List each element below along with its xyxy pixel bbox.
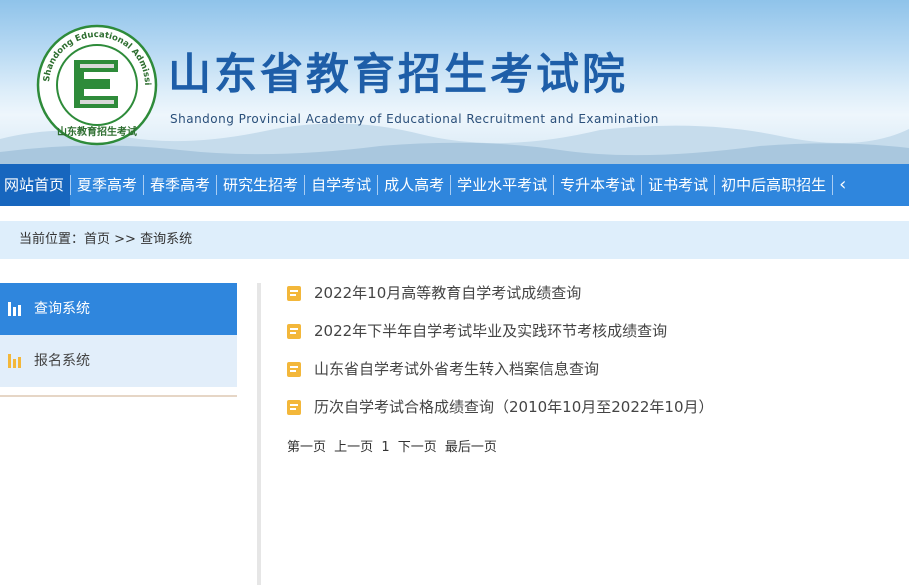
academy-logo: Shandong Educational Admission & Examina… bbox=[36, 24, 158, 146]
first-page-link[interactable]: 第一页 bbox=[287, 440, 326, 455]
list-item[interactable]: 2022年10月高等教育自学考试成绩查询 bbox=[287, 276, 887, 314]
current-page-number: 1 bbox=[381, 440, 390, 455]
nav-item-summer-exam[interactable]: 夏季高考 bbox=[71, 164, 143, 206]
list-item[interactable]: 历次自学考试合格成绩查询（2010年10月至2022年10月） bbox=[287, 390, 887, 428]
breadcrumb-current[interactable]: 查询系统 bbox=[140, 232, 192, 247]
prev-page-link[interactable]: 上一页 bbox=[334, 440, 373, 455]
list-item[interactable]: 山东省自学考试外省考生转入档案信息查询 bbox=[287, 352, 887, 390]
document-icon bbox=[287, 400, 301, 415]
nav-item-certificate-exam[interactable]: 证书考试 bbox=[642, 164, 714, 206]
bar-chart-icon bbox=[8, 302, 22, 316]
nav-item-adult-exam[interactable]: 成人高考 bbox=[378, 164, 450, 206]
list-item[interactable]: 2022年下半年自学考试毕业及实践环节考核成绩查询 bbox=[287, 314, 887, 352]
main-nav: 网站首页 夏季高考 春季高考 研究生招考 自学考试 成人高考 学业水平考试 专升… bbox=[0, 164, 909, 206]
nav-item-home[interactable]: 网站首页 bbox=[0, 164, 71, 206]
sidebar-item-registration-system[interactable]: 报名系统 bbox=[0, 335, 237, 387]
list-item-link[interactable]: 历次自学考试合格成绩查询（2010年10月至2022年10月） bbox=[314, 398, 714, 416]
sidebar: 查询系统 报名系统 bbox=[0, 283, 237, 397]
logo-bottom-text: 山东教育招生考试 bbox=[57, 125, 137, 138]
breadcrumb: 当前位置：首页 >> 查询系统 bbox=[0, 221, 909, 259]
sidebar-item-query-system[interactable]: 查询系统 bbox=[0, 283, 237, 335]
nav-item-spring-exam[interactable]: 春季高考 bbox=[144, 164, 216, 206]
nav-item-vocational-admission[interactable]: 初中后高职招生 bbox=[715, 164, 832, 206]
sidebar-item-label: 查询系统 bbox=[34, 301, 90, 317]
pagination: 第一页 上一页 1 下一页 最后一页 bbox=[287, 436, 501, 455]
header-banner: Shandong Educational Admission & Examina… bbox=[0, 0, 909, 164]
nav-item-self-study-exam[interactable]: 自学考试 bbox=[305, 164, 377, 206]
site-title: 山东省教育招生考试院 bbox=[168, 50, 628, 100]
list-item-link[interactable]: 山东省自学考试外省考生转入档案信息查询 bbox=[314, 360, 599, 378]
list-item-link[interactable]: 2022年10月高等教育自学考试成绩查询 bbox=[314, 284, 581, 302]
document-icon bbox=[287, 324, 301, 339]
nav-overflow-arrow[interactable]: ‹ bbox=[833, 164, 852, 206]
bar-chart-icon bbox=[8, 354, 22, 368]
nav-item-upgrade-exam[interactable]: 专升本考试 bbox=[554, 164, 641, 206]
breadcrumb-home-link[interactable]: 首页 bbox=[84, 232, 110, 247]
document-icon bbox=[287, 286, 301, 301]
next-page-link[interactable]: 下一页 bbox=[398, 440, 437, 455]
breadcrumb-separator: >> bbox=[110, 232, 141, 247]
sidebar-item-label: 报名系统 bbox=[34, 353, 90, 369]
query-list: 2022年10月高等教育自学考试成绩查询 2022年下半年自学考试毕业及实践环节… bbox=[287, 276, 887, 428]
nav-item-proficiency-exam[interactable]: 学业水平考试 bbox=[451, 164, 553, 206]
list-item-link[interactable]: 2022年下半年自学考试毕业及实践环节考核成绩查询 bbox=[314, 322, 667, 340]
document-icon bbox=[287, 362, 301, 377]
content-divider bbox=[257, 283, 261, 585]
nav-item-graduate-exam[interactable]: 研究生招考 bbox=[217, 164, 304, 206]
breadcrumb-label: 当前位置： bbox=[19, 232, 85, 247]
last-page-link[interactable]: 最后一页 bbox=[445, 440, 497, 455]
site-subtitle: Shandong Provincial Academy of Education… bbox=[170, 112, 659, 126]
